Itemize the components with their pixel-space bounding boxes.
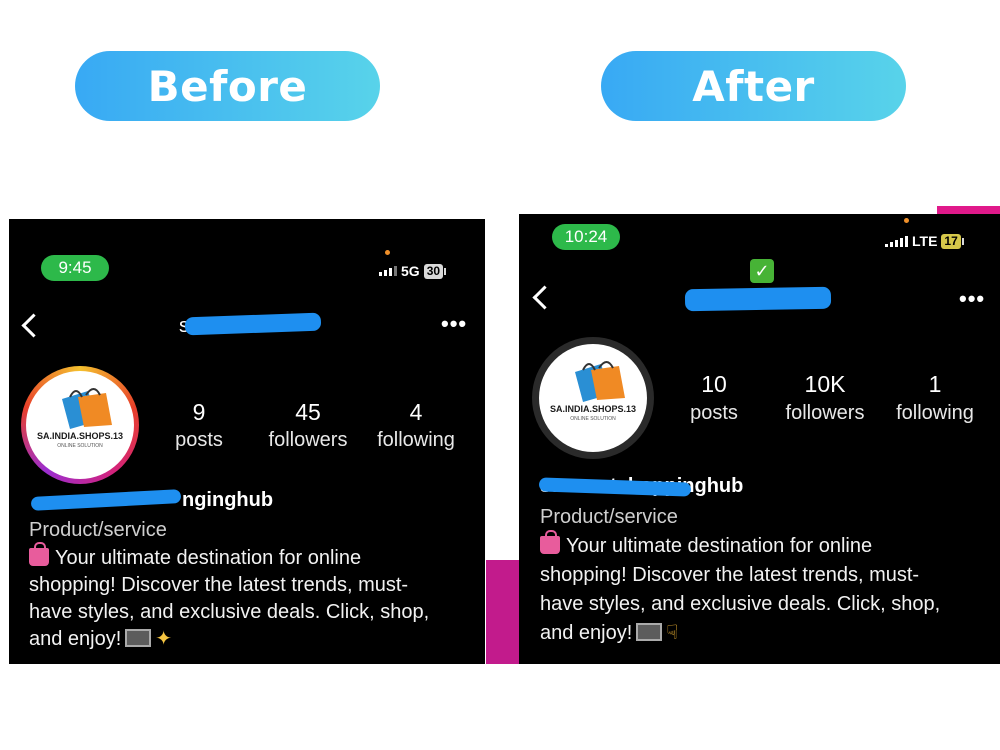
followers-count[interactable]: 10K [785,371,865,398]
posts-count[interactable]: 9 [169,399,229,426]
logo-text: SA.INDIA.SHOPS.13 [549,404,637,414]
status-time: 10:24 [552,224,620,250]
account-category: Product/service [29,519,167,541]
background-decoration [486,560,520,664]
bio-line: have styles, and exclusive deals. Click,… [29,601,430,623]
shopping-bags-icon [62,388,112,429]
more-options-icon[interactable]: ••• [959,288,985,310]
network-type: 5G [401,263,420,279]
bio-line: and enjoy! [29,628,122,650]
redaction-scribble [30,489,182,511]
privacy-dot [385,250,390,255]
followers-label[interactable]: followers [775,402,875,425]
profile-avatar[interactable]: SA.INDIA.SHOPS.13 ONLINE SOLUTION [539,344,647,452]
after-label: After [601,51,906,121]
logo-subtext: ONLINE SOLUTION [570,416,616,422]
posts-label[interactable]: posts [159,429,239,452]
battery-icon: 17 [941,233,965,249]
following-label[interactable]: following [366,429,466,452]
following-label[interactable]: following [885,402,985,425]
following-count[interactable]: 4 [386,399,446,426]
following-count[interactable]: 1 [905,371,965,398]
back-icon[interactable] [532,285,557,310]
pointing-down-emoji: ☟ [666,622,679,644]
redaction-scribble [684,286,832,312]
posts-label[interactable]: posts [674,402,754,425]
bio-line: have styles, and exclusive deals. Click,… [540,593,941,615]
bio: Your ultimate destination for online sho… [540,530,995,648]
battery-icon: 30 [423,263,447,279]
account-category: Product/service [540,506,678,528]
privacy-dot [904,218,909,223]
sparkles-emoji: ✦ [155,628,173,650]
profile-avatar[interactable]: SA.INDIA.SHOPS.13 ONLINE SOLUTION [26,371,134,479]
signal-icon [379,266,397,276]
network-type: LTE [912,233,938,249]
status-indicators: LTE 17 [885,233,965,249]
redaction-scribble [184,312,322,336]
before-label: Before [75,51,380,121]
shopping-bag-emoji [29,542,49,566]
bio-line: Your ultimate destination for online [566,535,873,557]
logo-subtext: ONLINE SOLUTION [57,443,103,449]
bio: Your ultimate destination for online sho… [29,542,479,653]
bio-line: shopping! Discover the latest trends, mu… [540,564,920,586]
after-screenshot: 10:24 LTE 17 ✓ ••• SA.INDIA.SHOPS.13 ONL… [519,214,1000,664]
laptop-emoji [636,623,663,641]
status-indicators: 5G 30 [379,263,447,279]
back-icon[interactable] [21,313,46,338]
verified-checkmark-icon: ✓ [750,259,774,283]
followers-count[interactable]: 45 [268,399,348,426]
signal-icon [885,235,908,247]
username-visible: nginghub [182,489,274,511]
status-time: 9:45 [41,255,109,281]
logo-text: SA.INDIA.SHOPS.13 [36,431,124,441]
bio-line: shopping! Discover the latest trends, mu… [29,574,409,596]
shopping-bag-emoji [540,530,560,554]
bio-line: Your ultimate destination for online [55,547,362,569]
shopping-bags-icon [575,361,625,402]
followers-label[interactable]: followers [258,429,358,452]
bio-line: and enjoy! [540,622,633,644]
more-options-icon[interactable]: ••• [441,313,467,335]
laptop-emoji [125,629,152,647]
posts-count[interactable]: 10 [684,371,744,398]
before-screenshot: 9:45 5G 30 s ••• SA.INDIA.SHOPS.13 ONLIN… [9,219,485,664]
